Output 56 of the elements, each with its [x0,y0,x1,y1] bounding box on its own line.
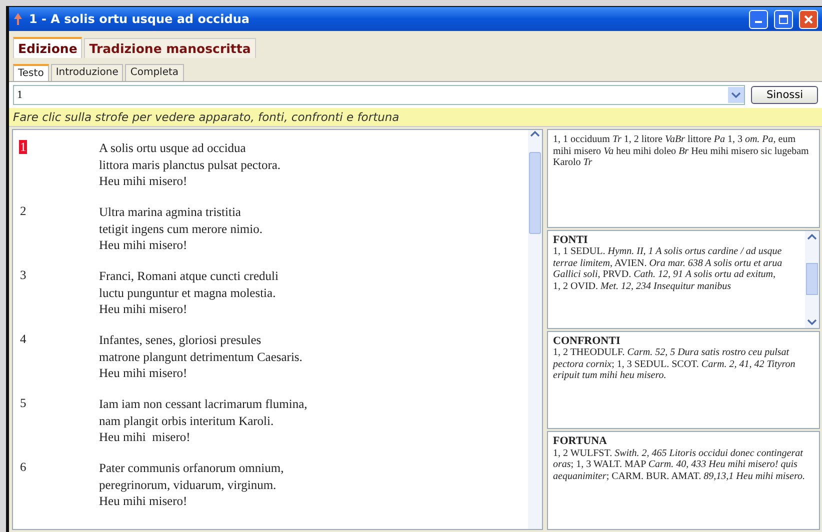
tab[interactable]: Tradizione manoscritta [84,38,256,58]
strophe-dropdown[interactable]: 1 [13,85,746,105]
scroll-down-icon[interactable] [807,318,817,326]
note-text: 1, 1 SEDUL. Hymn. II, 1 A solis ortus cardine / ad usque terrae limitem, AVIEN. Ora mar. 638 A solis ortu et arua Gallici soli, PRVD. Cath. 12, 91 A solis ortu ad exitum, [553,246,784,281]
sinossi-button[interactable]: Sinossi [751,86,818,104]
stanza-number[interactable]: 2 [19,204,28,218]
panel-heading: FORTUNA [553,436,608,448]
scrollbar[interactable] [528,130,542,529]
verse-line: Heu mihi misero! [99,173,188,190]
verse-line: Pater communis orfanorum omnium, [99,460,284,476]
note-text: 1, 2 WULFST. Swith. 2, 465 Litoris occidui donec contingerat oras; 1, 3 WALT. MAP Carm. 40, 433 Heu mihi misero! quis aequanimiter; CARM. BUR. AMAT. 89,13,1 Heu mihi misero. [553,448,806,482]
tab[interactable]: Testo [13,64,49,81]
minimize-button[interactable] [749,10,768,28]
verse-line: Heu mihi misero! [99,493,188,510]
verse-line: Heu mihi misero! [99,237,188,254]
scroll-thumb[interactable] [529,152,541,234]
caret-icon [731,91,742,99]
note-text: 1, 2 OVID. Met. 12, 234 Insequitur manibus [553,280,732,292]
scrollbar[interactable] [805,230,819,328]
verse-line: nam plangit orbis interitum Karoli. [99,412,275,429]
verse-line: Iam iam non cessant lacrimarum flumina, [99,396,308,412]
verse-line: A solis ortu usque ad occidua [99,140,247,156]
scroll-thumb[interactable] [806,263,818,296]
panel-heading: CONFRONTI [553,336,622,347]
stanza-number[interactable]: 5 [19,396,28,410]
verse-line: Ultra marina agmina tristitia [99,204,242,220]
panel-heading: FONTI [553,234,589,246]
verse-line: Franci, Romani atque cuncti creduli [99,268,278,284]
verse-line: Heu mihi misero! [99,429,192,446]
app-icon [13,12,23,26]
maximize-button[interactable] [774,10,793,28]
window-title: 1 - A solis ortu usque ad occidua [29,12,251,26]
verse-line: tetigit ingens cum merore nimio. [99,220,263,237]
scroll-up-icon[interactable] [807,232,817,241]
maximize-icon [779,14,788,24]
stanza-number[interactable]: 4 [19,332,28,346]
verse-line: Heu mihi misero! [99,301,188,318]
tab[interactable]: Introduzione [50,64,124,81]
verse-line: Heu mihi misero! [99,365,188,382]
close-icon [804,14,813,24]
stanza-number[interactable]: 1 [19,140,28,154]
verse-line: littora maris planctus pulsat pectora. [99,156,281,173]
tab[interactable]: Edizione [13,37,82,58]
note-text: 1, 1 occiduum Tr 1, 2 litore VaBr littore Pa 1, 3 om. Pa, eum mihi misero Va heu mihi doleo Br Heu mihi misero sic lugebam Karolo Tr [553,134,810,168]
verse-line: peregrinorum, viduarum, virginum. [99,476,278,493]
hint-bar: Fare clic sulla strofe per vedere apparato, fonti, confronti e fortuna [9,108,822,127]
scroll-up-icon[interactable] [530,130,540,138]
tab[interactable]: Completa [125,64,184,81]
verse-line: luctu punguntur et magna molestia. [99,284,277,301]
close-button[interactable] [799,10,818,28]
note-text: 1, 2 THEODULF. Carm. 52, 5 Dura satis rostro ceu pulsat pectora cornix; 1, 3 SEDUL. SCOT. Carm. 2, 41, 42 Tityron eripuit tum mihi heu misero. [553,347,796,382]
stanza-number[interactable]: 6 [19,460,28,474]
verse-line: Infantes, senes, gloriosi presules [99,332,262,348]
minimize-icon [755,21,762,23]
stanza-number[interactable]: 3 [19,268,28,282]
verse-line: matrone plangunt detrimentum Caesaris. [99,348,302,365]
